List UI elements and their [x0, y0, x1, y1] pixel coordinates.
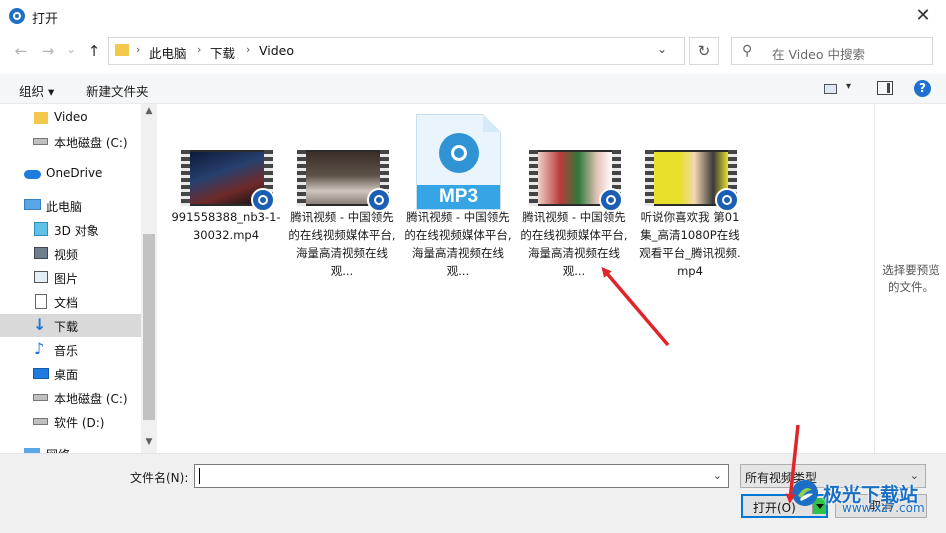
breadcrumb-separator: ›	[246, 43, 251, 56]
drive-icon	[33, 394, 48, 401]
drive-icon	[33, 138, 48, 145]
sidebar-item-label: 图片	[54, 272, 79, 286]
preview-pane-button[interactable]	[877, 81, 893, 95]
breadcrumb-video[interactable]: Video	[259, 43, 294, 58]
recent-locations-button[interactable]: ⌄	[60, 38, 82, 60]
sidebar-item-label: 网络	[46, 446, 70, 453]
scroll-down-button[interactable]: ▼	[141, 437, 157, 451]
breadcrumb-separator: ›	[136, 43, 141, 56]
scrollbar-thumb[interactable]	[143, 234, 155, 420]
sidebar-item-this-pc[interactable]: 此电脑	[0, 194, 141, 217]
desktop-icon	[33, 368, 49, 379]
refresh-button[interactable]: ↻	[689, 37, 719, 65]
folder-icon	[115, 44, 129, 56]
back-button[interactable]: ←	[10, 40, 32, 62]
preview-placeholder-text: 选择要预览的文件。	[882, 263, 940, 294]
file-name: 991558388_nb3-1-30032.mp4	[171, 210, 281, 242]
sidebar-item-label: 文档	[54, 296, 79, 310]
text-caret	[199, 468, 200, 484]
file-list: 991558388_nb3-1-30032.mp4 腾讯视频 - 中国领先的在线…	[158, 104, 874, 453]
file-name: 腾讯视频 - 中国领先的在线视频媒体平台,海量高清视频在线观...	[288, 210, 396, 278]
breadcrumb-this-pc[interactable]: 此电脑	[149, 43, 187, 62]
sidebar-item-video[interactable]: Video	[0, 106, 141, 129]
disc-icon	[439, 133, 479, 173]
app-icon	[9, 8, 25, 24]
sidebar-item-network[interactable]: 网络	[0, 442, 141, 453]
file-name: 腾讯视频 - 中国领先的在线视频媒体平台,海量高清视频在线观...	[520, 210, 628, 278]
sidebar-item-downloads[interactable]: ↓ 下载	[0, 314, 141, 337]
file-item[interactable]: 腾讯视频 - 中国领先的在线视频媒体平台,海量高清视频在线观...	[287, 114, 396, 289]
sidebar-item-label: 本地磁盘 (C:)	[54, 136, 128, 150]
file-item[interactable]: MP3 腾讯视频 - 中国领先的在线视频媒体平台,海量高清视频在线观...	[403, 114, 512, 289]
help-button[interactable]: ?	[914, 80, 931, 97]
search-icon: ⚲	[742, 43, 753, 59]
drive-icon	[33, 418, 48, 425]
sidebar-item-software-d[interactable]: 软件 (D:)	[0, 410, 141, 433]
document-icon	[35, 294, 47, 309]
sidebar-item-videos[interactable]: 视频	[0, 242, 141, 265]
sidebar-item-documents[interactable]: 文档	[0, 290, 141, 313]
up-button[interactable]: ↑	[83, 40, 105, 62]
mp3-label: MP3	[417, 185, 500, 209]
sidebar-item-label: 3D 对象	[54, 224, 99, 238]
search-input[interactable]: ⚲ 在 Video 中搜索	[731, 37, 933, 65]
address-dropdown-button[interactable]: ⌄	[657, 42, 667, 56]
cloud-icon	[24, 170, 41, 179]
download-icon: ↓	[33, 315, 47, 334]
chevron-down-icon[interactable]: ⌄	[713, 469, 722, 482]
sidebar-item-label: 视频	[54, 248, 79, 262]
sidebar-item-label: 本地磁盘 (C:)	[54, 392, 128, 406]
sidebar-item-pictures[interactable]: 图片	[0, 266, 141, 289]
folder-icon	[34, 112, 48, 124]
sidebar-item-label: 此电脑	[46, 200, 83, 214]
computer-icon	[24, 199, 41, 210]
mp3-file-icon: MP3	[416, 114, 501, 210]
file-item[interactable]: 991558388_nb3-1-30032.mp4	[171, 114, 281, 289]
filename-label: 文件名(N):	[130, 471, 189, 485]
scroll-up-button[interactable]: ▲	[141, 106, 157, 120]
sidebar-item-label: 桌面	[54, 368, 79, 382]
sidebar-item-label: 下载	[54, 320, 79, 334]
search-placeholder: 在 Video 中搜索	[772, 47, 865, 62]
sidebar-item-desktop[interactable]: 桌面	[0, 362, 141, 385]
file-name: 腾讯视频 - 中国领先的在线视频媒体平台,海量高清视频在线观...	[404, 210, 512, 278]
sidebar-item-local-disk-c[interactable]: 本地磁盘 (C:)	[0, 130, 141, 153]
sidebar-item-label: 软件 (D:)	[54, 416, 105, 430]
sidebar-item-3d-objects[interactable]: 3D 对象	[0, 218, 141, 241]
close-button[interactable]: ✕	[900, 0, 946, 32]
file-item[interactable]: 听说你喜欢我 第01集_高清1080P在线观看平台_腾讯视频.mp4	[635, 114, 741, 289]
organize-button[interactable]: 组织 ▾	[19, 81, 54, 100]
window-title: 打开	[32, 12, 59, 27]
chevron-down-icon: ▾	[846, 81, 852, 92]
sidebar-item-label: Video	[54, 110, 88, 124]
filename-input[interactable]: ⌄	[194, 464, 729, 488]
new-folder-button[interactable]: 新建文件夹	[86, 81, 149, 100]
sidebar-item-local-disk-c-2[interactable]: 本地磁盘 (C:)	[0, 386, 141, 409]
title-bar	[0, 0, 946, 32]
file-item[interactable]: 腾讯视频 - 中国领先的在线视频媒体平台,海量高清视频在线观...	[519, 114, 628, 289]
music-icon: ♪	[34, 339, 45, 358]
forward-button[interactable]: →	[37, 40, 59, 62]
change-view-button[interactable]: ▾	[824, 81, 852, 97]
sidebar-item-onedrive[interactable]: OneDrive	[0, 162, 141, 185]
watermark-logo	[792, 480, 818, 506]
navigation-pane: Video 本地磁盘 (C:) OneDrive 此电脑 3D 对象 视频 图片…	[0, 104, 157, 453]
video-icon	[34, 247, 48, 259]
file-name: 听说你喜欢我 第01集_高清1080P在线观看平台_腾讯视频.mp4	[639, 210, 741, 278]
picture-icon	[34, 271, 48, 283]
sidebar-item-label: OneDrive	[46, 166, 103, 180]
sidebar-item-music[interactable]: ♪ 音乐	[0, 338, 141, 361]
cube-icon	[34, 222, 48, 236]
sidebar-item-label: 音乐	[54, 344, 79, 358]
address-bar[interactable]: › 此电脑 › 下载 › Video ⌄	[108, 37, 685, 65]
breadcrumb-separator: ›	[197, 43, 202, 56]
watermark-url: www.xz7.com	[842, 501, 925, 515]
breadcrumb-downloads[interactable]: 下载	[210, 43, 235, 62]
view-icon	[824, 84, 837, 94]
